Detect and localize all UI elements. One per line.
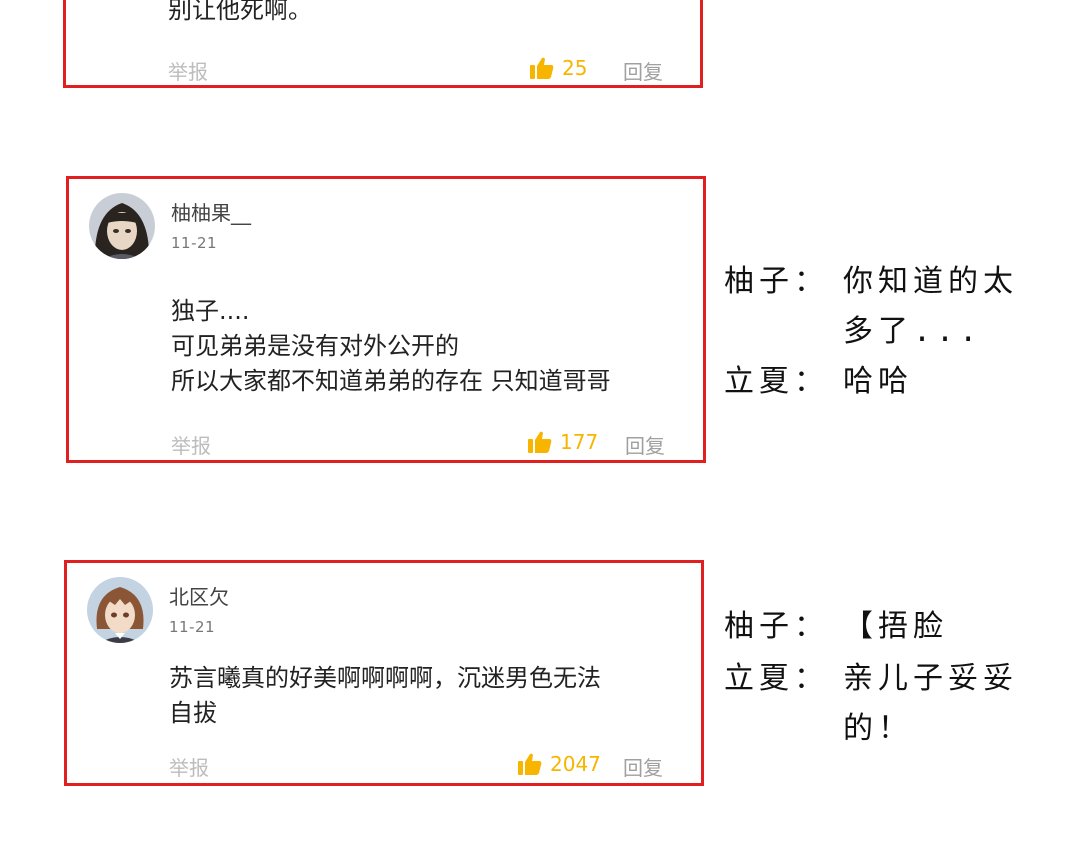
comment-line: 所以大家都不知道弟弟的存在 只知道哥哥 bbox=[171, 367, 611, 395]
reply-button[interactable]: 回复 bbox=[623, 752, 663, 781]
avatar-image bbox=[89, 193, 155, 259]
like-count: 2047 bbox=[550, 752, 601, 776]
annotation-text: 多了... bbox=[843, 314, 983, 349]
comment-line: 独子.... bbox=[171, 297, 250, 325]
comment-line: 可见弟弟是没有对外公开的 bbox=[171, 332, 459, 360]
avatar[interactable] bbox=[87, 577, 153, 643]
comment-date: 11-21 bbox=[171, 234, 218, 252]
comment-line: 别让他死啊。 bbox=[168, 0, 312, 24]
like-button[interactable]: 25 bbox=[530, 56, 587, 80]
like-count: 177 bbox=[560, 430, 599, 454]
comment-content: 独子.... 可见弟弟是没有对外公开的 所以大家都不知道弟弟的存在 只知道哥哥 bbox=[171, 294, 611, 399]
comment-line: 自拔 bbox=[169, 699, 217, 727]
annotation-speaker: 柚子： bbox=[724, 264, 829, 299]
reply-button[interactable]: 回复 bbox=[623, 56, 663, 85]
annotation-text: 你知道的太 bbox=[843, 264, 1018, 299]
comment-card: 柚柚果__ 11-21 独子.... 可见弟弟是没有对外公开的 所以大家都不知道… bbox=[66, 176, 706, 463]
annotation-text: 的！ bbox=[843, 711, 913, 746]
annotation-speaker: 立夏： bbox=[724, 364, 829, 399]
annotation-text: 【捂脸 bbox=[843, 609, 948, 644]
report-button[interactable]: 举报 bbox=[171, 430, 211, 459]
reply-button[interactable]: 回复 bbox=[625, 430, 665, 459]
comment-content: 苏言曦真的好美啊啊啊啊，沉迷男色无法 自拔 bbox=[169, 661, 601, 731]
comment-card: 别让他死啊。 举报 25 回复 bbox=[63, 0, 703, 88]
like-button[interactable]: 177 bbox=[528, 430, 598, 454]
comment-date: 11-21 bbox=[169, 618, 216, 636]
comment-card: 北区欠 11-21 苏言曦真的好美啊啊啊啊，沉迷男色无法 自拔 举报 2047 … bbox=[64, 560, 704, 786]
thumbs-up-icon bbox=[528, 431, 552, 453]
like-count: 25 bbox=[562, 56, 588, 80]
report-button[interactable]: 举报 bbox=[169, 752, 209, 781]
username[interactable]: 北区欠 bbox=[169, 581, 229, 610]
annotation-text: 哈哈 bbox=[843, 364, 913, 399]
annotation-text: 亲儿子妥妥 bbox=[843, 661, 1018, 696]
username[interactable]: 柚柚果__ bbox=[171, 197, 251, 226]
annotation-speaker: 立夏： bbox=[724, 661, 829, 696]
comment-content: 别让他死啊。 bbox=[168, 0, 312, 28]
like-button[interactable]: 2047 bbox=[518, 752, 601, 776]
thumbs-up-icon bbox=[518, 753, 542, 775]
report-button[interactable]: 举报 bbox=[168, 56, 208, 85]
annotation-speaker: 柚子： bbox=[724, 609, 829, 644]
comment-line: 苏言曦真的好美啊啊啊啊，沉迷男色无法 bbox=[169, 664, 601, 692]
avatar-image bbox=[87, 577, 153, 643]
avatar[interactable] bbox=[89, 193, 155, 259]
thumbs-up-icon bbox=[530, 57, 554, 79]
